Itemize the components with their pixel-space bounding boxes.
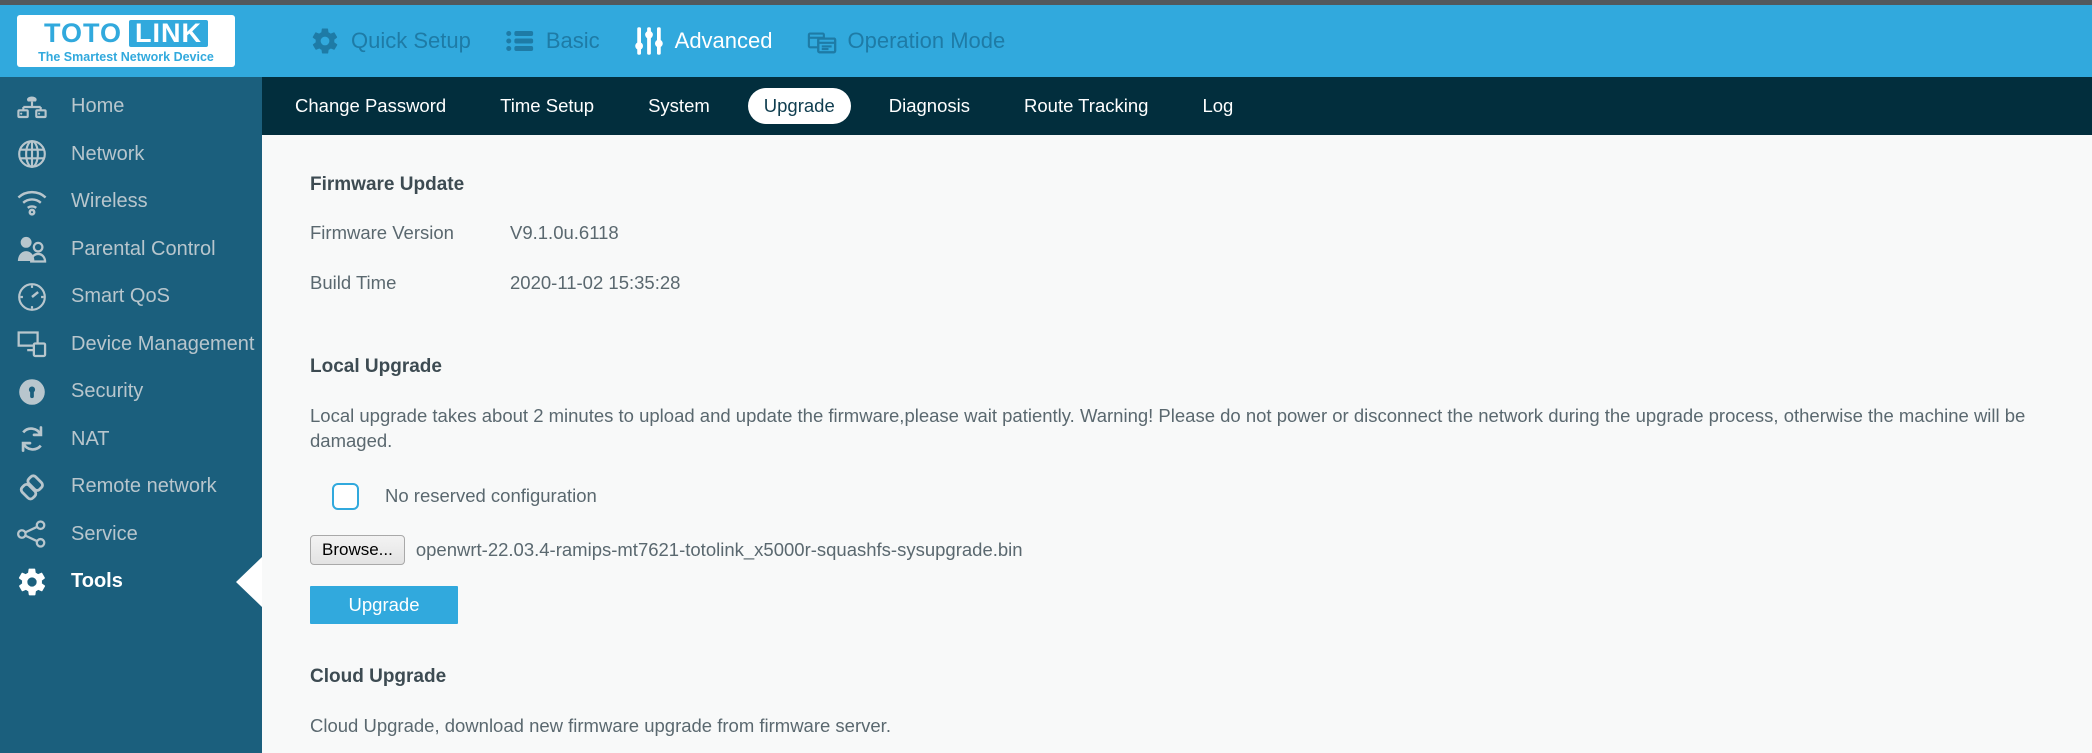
sidebar-item-remote-network[interactable]: Remote network: [0, 463, 262, 511]
gauge-icon: [14, 279, 50, 315]
wifi-icon: [14, 184, 50, 220]
sidebar-label-remote-network: Remote network: [71, 475, 217, 498]
firmware-update-title: Firmware Update: [310, 174, 465, 195]
subnav-item-time-setup[interactable]: Time Setup: [484, 88, 610, 124]
subnav-item-diagnosis[interactable]: Diagnosis: [873, 88, 986, 124]
brand-name-part1: TOTO: [43, 17, 122, 48]
active-pointer-arrow: [236, 556, 262, 607]
upgrade-button[interactable]: Upgrade: [310, 585, 458, 624]
subnav-item-system[interactable]: System: [632, 88, 726, 124]
sidebar-item-service[interactable]: Service: [0, 511, 262, 559]
selected-file-name: openwrt-22.03.4-ramips-mt7621-totolink_x…: [415, 538, 1023, 560]
sidebar-item-parental-control[interactable]: Parental Control: [0, 226, 262, 274]
sidebar-label-device-management: Device Management: [71, 332, 255, 355]
cloud-upgrade-title: Cloud Upgrade: [310, 665, 447, 687]
topnav-item-advanced[interactable]: Advanced: [634, 26, 773, 56]
brand-logo[interactable]: TOTO LINK The Smartest Network Device: [17, 15, 235, 67]
sidebar-item-wireless[interactable]: Wireless: [0, 178, 262, 226]
build-time-value: 2020-11-02 15:35:28: [510, 272, 681, 293]
subnav-item-log[interactable]: Log: [1186, 88, 1249, 124]
sidebar-item-network[interactable]: Network: [0, 131, 262, 179]
topnav-item-quick-setup[interactable]: Quick Setup: [310, 26, 471, 56]
sidebar-label-parental-control: Parental Control: [71, 237, 216, 260]
sidebar-item-home[interactable]: Home: [0, 83, 262, 131]
windows-icon: [807, 26, 837, 56]
share-nodes-icon: [14, 516, 50, 552]
list-icon: [505, 26, 535, 56]
globe-icon: [14, 136, 50, 172]
sidebar-item-device-management[interactable]: Device Management: [0, 321, 262, 369]
subnav-item-change-password[interactable]: Change Password: [279, 88, 462, 124]
local-upgrade-title: Local Upgrade: [310, 356, 442, 377]
sidebar-item-tools[interactable]: Tools: [0, 556, 262, 607]
sidebar-nav: Home Network Wireless Parental Control S…: [0, 77, 262, 753]
sidebar-label-home: Home: [71, 95, 125, 118]
topnav-label-advanced: Advanced: [674, 28, 773, 53]
refresh-icon: [14, 421, 50, 457]
firmware-version-row: Firmware Version V9.1.0u.6118: [310, 222, 2092, 244]
brand-name-part2: LINK: [129, 19, 208, 47]
topnav-item-operation-mode[interactable]: Operation Mode: [807, 26, 1006, 56]
sidebar-item-security[interactable]: Security: [0, 368, 262, 416]
brand-tagline: The Smartest Network Device: [38, 49, 214, 64]
no-reserved-config-row: No reserved configuration: [332, 482, 2092, 510]
chain-link-icon: [14, 469, 50, 505]
secondary-nav: Change Password Time Setup System Upgrad…: [262, 77, 2092, 135]
sliders-icon: [634, 26, 664, 56]
topnav-label-basic: Basic: [545, 28, 600, 53]
router-admin-page: TOTO LINK The Smartest Network Device Qu…: [0, 0, 2092, 753]
people-icon: [14, 231, 50, 267]
topnav-label-operation-mode: Operation Mode: [847, 28, 1006, 53]
content-panel: Firmware Update Firmware Version V9.1.0u…: [262, 135, 2092, 753]
sidebar-label-nat: NAT: [71, 427, 110, 450]
browse-button[interactable]: Browse...: [310, 534, 405, 565]
lock-icon: [14, 374, 50, 410]
sidebar-item-smart-qos[interactable]: Smart QoS: [0, 273, 262, 321]
sidebar-label-wireless: Wireless: [71, 190, 148, 213]
gear-icon: [14, 564, 50, 600]
no-reserved-config-label: No reserved configuration: [385, 485, 597, 507]
local-upgrade-description: Local upgrade takes about 2 minutes to u…: [310, 405, 2026, 451]
topnav-item-basic[interactable]: Basic: [505, 26, 600, 56]
firmware-file-row: Browse... openwrt-22.03.4-ramips-mt7621-…: [310, 534, 2092, 565]
cloud-upgrade-description: Cloud Upgrade, download new firmware upg…: [310, 714, 891, 736]
sidebar-label-tools: Tools: [71, 570, 123, 593]
build-time-row: Build Time 2020-11-02 15:35:28: [310, 272, 2092, 294]
sidebar-label-security: Security: [71, 380, 144, 403]
network-home-icon: [14, 89, 50, 125]
sidebar-label-service: Service: [71, 522, 138, 545]
sidebar-label-smart-qos: Smart QoS: [71, 285, 170, 308]
primary-nav: Quick Setup Basic Advanced Operation Mod…: [310, 26, 1039, 56]
sidebar-label-network: Network: [71, 142, 145, 165]
subnav-item-upgrade[interactable]: Upgrade: [747, 88, 851, 124]
build-time-label: Build Time: [310, 272, 397, 293]
subnav-item-route-tracking[interactable]: Route Tracking: [1008, 88, 1164, 124]
brand-logo-wordmark: TOTO LINK: [43, 17, 208, 48]
topnav-label-quick-setup: Quick Setup: [351, 28, 471, 53]
firmware-version-label: Firmware Version: [310, 222, 454, 243]
no-reserved-config-checkbox[interactable]: [332, 482, 359, 510]
sidebar-item-nat[interactable]: NAT: [0, 416, 262, 464]
firmware-version-value: V9.1.0u.6118: [510, 222, 619, 243]
devices-icon: [14, 326, 50, 362]
app-header: TOTO LINK The Smartest Network Device Qu…: [0, 5, 2092, 77]
gear-icon: [310, 26, 340, 56]
